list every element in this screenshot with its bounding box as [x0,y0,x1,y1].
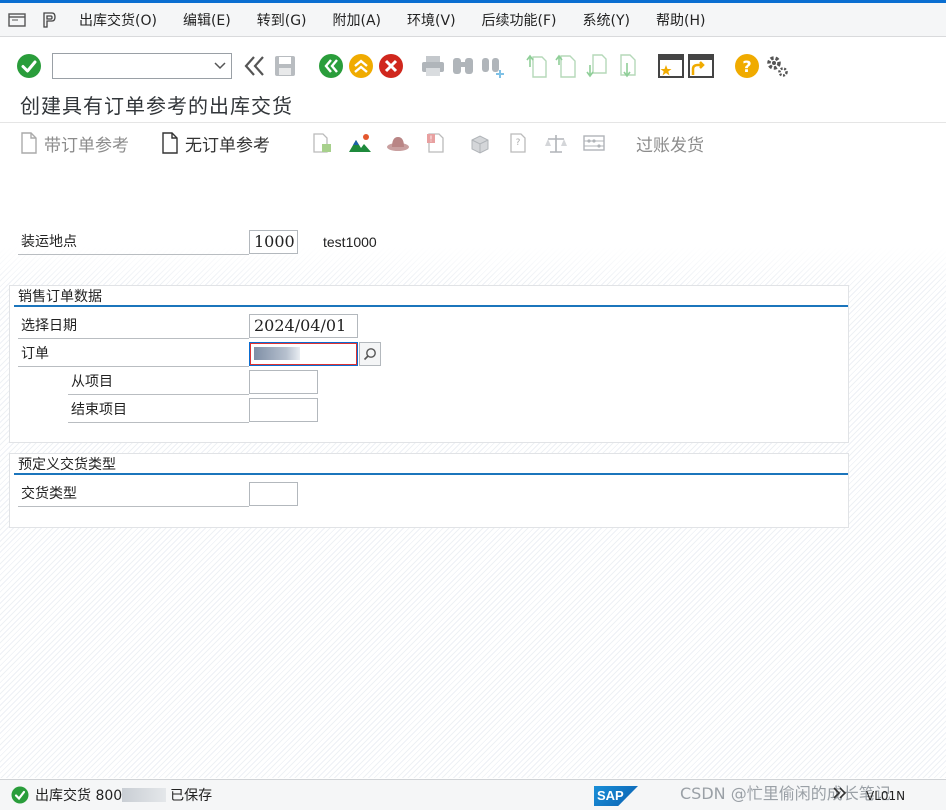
find-next-icon[interactable] [478,51,508,81]
application-toolbar: 带订单参考 无订单参考 ! ? 过账发货 [0,122,946,164]
search-help-button[interactable] [359,342,381,366]
menu-bar: 出库交货(O) 编辑(E) 转到(G) 附加(A) 环境(V) 后续功能(F) … [0,3,946,37]
selection-date-row: 选择日期 2024/04/01 [18,313,358,339]
find-icon[interactable] [448,51,478,81]
without-order-reference-button[interactable]: 无订单参考 [161,131,270,156]
search-icon [363,348,376,361]
scale-icon[interactable] [544,131,568,155]
menu-extras[interactable]: 附加(A) [320,10,395,30]
order-number-masked [254,347,300,360]
document-question-icon[interactable]: ? [506,131,530,155]
order-field[interactable] [249,342,358,366]
menu-subsequent-functions[interactable]: 后续功能(F) [469,10,570,30]
from-item-label: 从项目 [68,369,249,395]
command-input[interactable] [57,55,211,77]
selection-date-label: 选择日期 [18,313,249,339]
with-order-reference-button[interactable]: 带订单参考 [20,131,129,156]
watermark: CSDN @忙里偷闲的成长笔记 [680,784,891,803]
expand-status-icon[interactable] [832,786,848,804]
save-icon[interactable] [270,51,300,81]
svg-text:?: ? [516,138,521,148]
document-alert-icon[interactable]: ! [424,131,448,155]
menu-environment[interactable]: 环境(V) [394,10,469,30]
menu-system[interactable]: 系统(Y) [570,10,643,30]
menu-outbound-delivery[interactable]: 出库交货(O) [66,10,170,30]
first-page-icon[interactable] [522,51,552,81]
shipping-point-field[interactable]: 1000 [249,230,298,254]
page-title: 创建具有订单参考的出库交货 [20,94,293,118]
hat-icon[interactable] [386,131,410,155]
chevron-down-icon[interactable] [214,58,226,74]
success-check-icon [11,786,29,804]
cancel-icon[interactable] [376,51,406,81]
delivery-type-row: 交货类型 [18,481,298,507]
document-icon [21,132,37,154]
enter-icon[interactable] [14,51,44,81]
sap-logo-menu-icon[interactable] [38,9,60,31]
next-page-icon[interactable] [582,51,612,81]
selection-date-field[interactable]: 2024/04/01 [249,314,358,338]
package-icon[interactable] [468,131,492,155]
shipping-point-label: 装运地点 [18,229,249,255]
shipping-point-description: test1000 [323,234,377,250]
menu-goto[interactable]: 转到(G) [244,10,320,30]
order-label: 订单 [18,341,249,367]
to-item-label: 结束项目 [68,397,249,423]
command-field[interactable] [52,53,232,79]
post-goods-issue-button[interactable]: 过账发货 [636,131,704,156]
print-icon[interactable] [418,51,448,81]
svg-text:!: ! [429,135,432,144]
mountains-icon[interactable] [348,131,372,155]
to-item-row: 结束项目 [68,397,318,423]
abacus-icon[interactable] [582,131,606,155]
shortcut-icon[interactable] [686,51,716,81]
help-icon[interactable]: ? [732,51,762,81]
status-message-suffix: 已保存 [170,788,213,804]
back-chevrons-icon[interactable] [240,51,270,81]
document-list-icon[interactable] [310,131,334,155]
svg-text:?: ? [742,57,751,76]
last-page-icon[interactable] [612,51,642,81]
previous-page-icon[interactable] [552,51,582,81]
standard-toolbar: ? [0,44,946,88]
transaction-code: VL01N [866,789,906,803]
status-message-prefix: 出库交货 800 [35,788,123,804]
menu-help[interactable]: 帮助(H) [643,10,718,30]
create-session-icon[interactable] [656,51,686,81]
with-order-reference-label: 带订单参考 [44,135,129,156]
to-item-field[interactable] [249,398,318,422]
shipping-point-row: 装运地点 1000 test1000 [18,229,377,255]
without-order-reference-label: 无订单参考 [185,135,270,156]
post-goods-issue-label: 过账发货 [636,135,704,156]
screen-menu-icon[interactable] [6,9,28,31]
delivery-number-masked [122,788,167,802]
from-item-field[interactable] [249,370,318,394]
from-item-row: 从项目 [68,369,318,395]
settings-gear-icon[interactable] [762,51,792,81]
delivery-type-field[interactable] [249,482,298,506]
menu-edit[interactable]: 编辑(E) [170,10,244,30]
delivery-type-label: 交货类型 [18,481,249,507]
exit-icon[interactable] [346,51,376,81]
status-message[interactable]: 出库交货 800 已保存 [35,785,212,805]
order-row: 订单 [18,341,381,367]
back-icon[interactable] [316,51,346,81]
document-icon [162,132,178,154]
